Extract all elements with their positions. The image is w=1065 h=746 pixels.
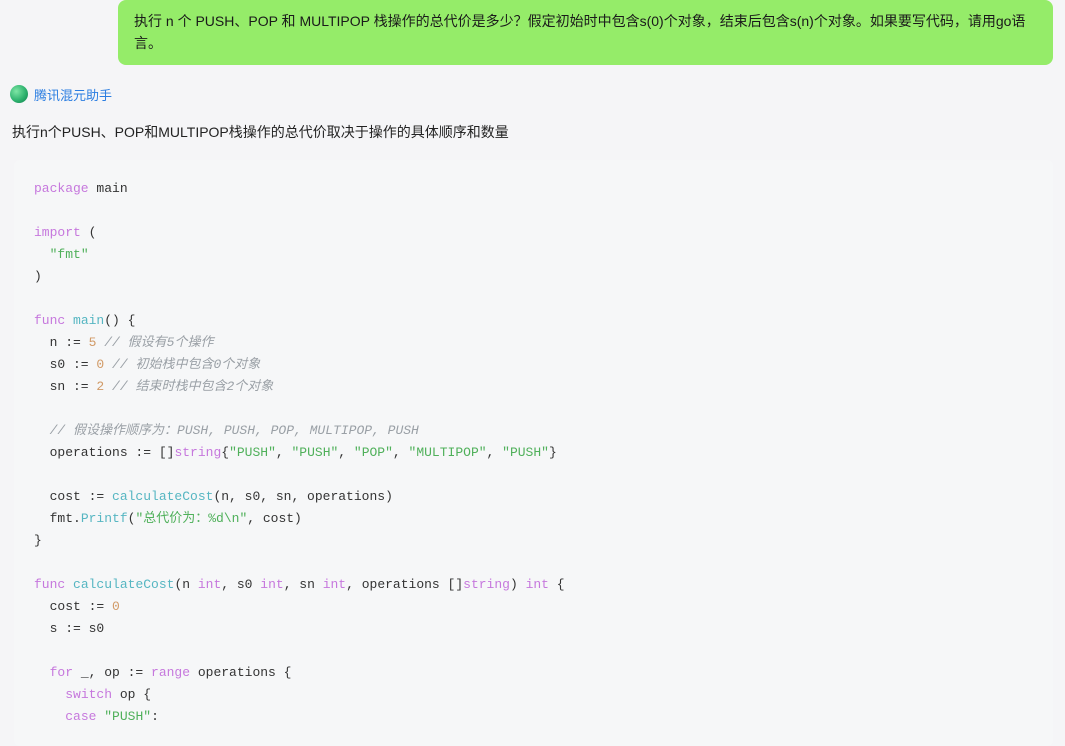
code-token: (n [174,577,197,592]
code-token: "fmt" [50,247,89,262]
code-token: _, op := [73,665,151,680]
code-token: "PUSH" [502,445,549,460]
code-token: "总代价为：%d\n" [135,511,247,526]
code-token: "MULTIPOP" [409,445,487,460]
assistant-header: 腾讯混元助手 [10,85,1057,104]
code-token: { [549,577,565,592]
code-token: (n, s0, sn, operations) [213,489,392,504]
code-token [65,577,73,592]
code-block[interactable]: package main import ( "fmt" ) func main(… [14,160,1053,746]
code-token: , [487,445,503,460]
code-token: string [174,445,221,460]
code-token: "POP" [354,445,393,460]
code-token: "PUSH" [104,709,151,724]
code-token: // 初始栈中包含0个对象 [112,357,260,372]
code-token: s := s0 [34,621,104,636]
code-token [34,247,50,262]
code-token [34,665,50,680]
code-token: cost := [34,489,112,504]
code-token: operations { [190,665,291,680]
code-token: fmt. [34,511,81,526]
code-token: { [221,445,229,460]
code-token: 0 [112,599,120,614]
code-token: main [89,181,128,196]
code-token: int [260,577,283,592]
code-token [34,423,50,438]
code-token: func [34,313,65,328]
code-token: , sn [284,577,323,592]
code-token: op { [112,687,151,702]
code-token: ) [510,577,526,592]
code-token [65,313,73,328]
code-token: , cost) [247,511,302,526]
code-token: calculateCost [112,489,213,504]
code-token [104,379,112,394]
code-token: int [526,577,549,592]
code-token: "PUSH" [229,445,276,460]
code-token: int [323,577,346,592]
code-token: s0 := [34,357,96,372]
code-token: range [151,665,190,680]
code-token: } [34,533,42,548]
code-token: , [276,445,292,460]
code-token: // 假设操作顺序为：PUSH, PUSH, POP, MULTIPOP, PU… [50,423,419,438]
code-token: cost := [34,599,112,614]
code-token: import [34,225,81,240]
code-token: string [463,577,510,592]
user-message-text: 执行 n 个 PUSH、POP 和 MULTIPOP 栈操作的总代价是多少？假定… [134,13,1025,51]
code-token: func [34,577,65,592]
code-token: , [393,445,409,460]
code-token: "PUSH" [291,445,338,460]
code-token: ( [81,225,97,240]
assistant-intro-text: 执行n个PUSH、POP和MULTIPOP栈操作的总代价取决于操作的具体顺序和数… [12,122,1057,142]
code-token: Printf [81,511,128,526]
code-token [104,357,112,372]
code-token [34,687,65,702]
code-token: , s0 [221,577,260,592]
code-token [96,709,104,724]
code-token: // 结束时栈中包含2个对象 [112,379,273,394]
assistant-name: 腾讯混元助手 [34,85,112,104]
code-token: for [50,665,73,680]
code-token: // 假设有5个操作 [104,335,213,350]
code-token: n := [34,335,89,350]
code-token: sn := [34,379,96,394]
code-token: () { [104,313,135,328]
code-token: operations := [] [34,445,174,460]
code-token: switch [65,687,112,702]
code-token: int [198,577,221,592]
code-token: } [549,445,557,460]
code-token: , [338,445,354,460]
code-token: calculateCost [73,577,174,592]
assistant-avatar-icon [10,85,28,103]
user-message-bubble: 执行 n 个 PUSH、POP 和 MULTIPOP 栈操作的总代价是多少？假定… [118,0,1053,65]
code-token: case [65,709,96,724]
code-token: main [73,313,104,328]
code-token: package [34,181,89,196]
code-token: ) [34,269,42,284]
code-token: : [151,709,159,724]
code-token: , operations [] [346,577,463,592]
code-token [34,709,65,724]
